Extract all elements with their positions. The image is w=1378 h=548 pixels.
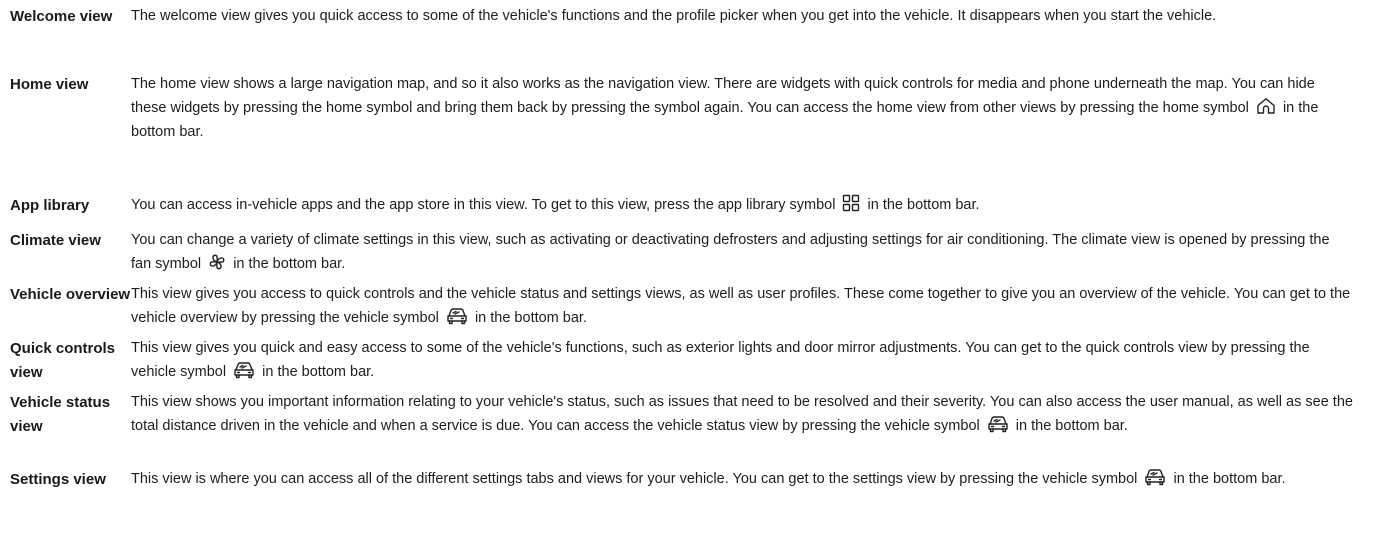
term-settings-view: Settings view <box>10 471 106 488</box>
desc-text-before: This view shows you important informatio… <box>131 394 1353 434</box>
desc-text-after: in the bottom bar. <box>1015 418 1128 434</box>
views-definition-list: Welcome view The welcome view gives you … <box>0 0 1378 548</box>
entry-app-library: App library You can access in-vehicle ap… <box>10 193 1378 228</box>
desc-text-before: The home view shows a large navigation m… <box>131 76 1315 116</box>
desc-climate-view: You can change a variety of climate sett… <box>131 228 1353 276</box>
desc-text-after: in the bottom bar. <box>1173 471 1286 487</box>
term-app-library: App library <box>10 197 90 214</box>
term-home-view: Home view <box>10 76 89 93</box>
entry-welcome-view: Welcome view The welcome view gives you … <box>10 4 1378 72</box>
entry-vehicle-overview: Vehicle overview This view gives you acc… <box>10 282 1378 336</box>
desc-text-after: in the bottom bar. <box>867 197 980 213</box>
vehicle-icon <box>987 415 1009 433</box>
desc-welcome-view: The welcome view gives you quick access … <box>131 4 1353 28</box>
desc-vehicle-status-view: This view shows you important informatio… <box>131 390 1353 438</box>
desc-text-before: You can access in-vehicle apps and the a… <box>131 197 836 213</box>
desc-quick-controls-view: This view gives you quick and easy acces… <box>131 336 1353 384</box>
desc-text-after: in the bottom bar. <box>233 256 346 272</box>
home-icon <box>1256 97 1276 115</box>
vehicle-icon <box>446 307 468 325</box>
entry-vehicle-status-view: Vehicle status view This view shows you … <box>10 390 1378 467</box>
desc-text-after: in the bottom bar. <box>262 364 375 380</box>
term-climate-view: Climate view <box>10 232 101 249</box>
desc-settings-view: This view is where you can access all of… <box>131 467 1353 491</box>
entry-climate-view: Climate view You can change a variety of… <box>10 228 1378 282</box>
desc-app-library: You can access in-vehicle apps and the a… <box>131 193 1353 217</box>
term-vehicle-status-view: Vehicle status view <box>10 394 111 435</box>
desc-text-before: This view is where you can access all of… <box>131 471 1138 487</box>
vehicle-icon <box>233 361 255 379</box>
term-vehicle-overview: Vehicle overview <box>10 286 131 303</box>
entry-settings-view: Settings view This view is where you can… <box>10 467 1378 521</box>
term-quick-controls-view: Quick controls view <box>10 340 116 381</box>
entry-home-view: Home view The home view shows a large na… <box>10 72 1378 193</box>
app-library-icon <box>842 194 860 212</box>
desc-text-before: This view gives you access to quick cont… <box>131 286 1351 326</box>
desc-text: The welcome view gives you quick access … <box>131 8 1217 24</box>
entry-quick-controls-view: Quick controls view This view gives you … <box>10 336 1378 390</box>
desc-vehicle-overview: This view gives you access to quick cont… <box>131 282 1353 330</box>
term-welcome-view: Welcome view <box>10 8 113 25</box>
desc-text-after: in the bottom bar. <box>474 310 587 326</box>
desc-home-view: The home view shows a large navigation m… <box>131 72 1353 144</box>
vehicle-icon <box>1144 468 1166 486</box>
fan-icon <box>208 253 226 271</box>
